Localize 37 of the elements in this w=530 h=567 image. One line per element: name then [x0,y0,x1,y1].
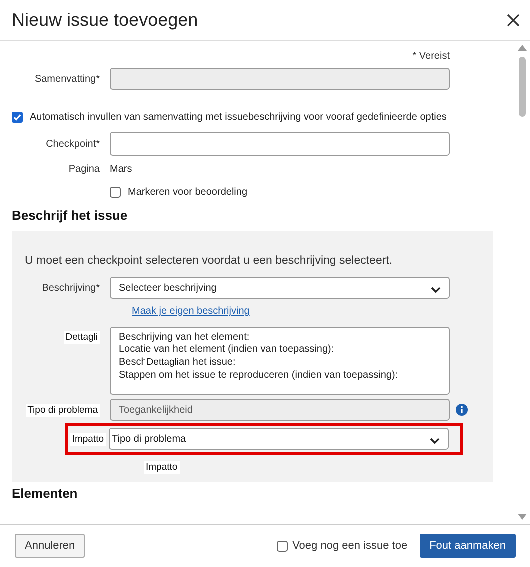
create-description-link[interactable]: Maak je eigen beschrijving [132,306,250,317]
checkbox[interactable] [276,540,288,552]
description-select[interactable]: Selecteer beschrijving [110,277,450,299]
section-heading: Beschrijf het issue [12,208,129,223]
field-label: Tipo di problema [26,404,100,416]
checkbox[interactable] [110,187,121,198]
field-label: Pagina [68,164,100,175]
caret-icon [431,287,441,294]
cancel-button[interactable]: Annuleren [15,534,86,558]
scroll-thumb[interactable] [519,57,526,117]
checkbox-label: Automatisch invullen van samenvatting met issuebeschrijving voor vooraf gedefinieerde opties [30,112,447,123]
scroll-down-icon[interactable] [518,514,527,520]
checkbox[interactable] [12,112,23,123]
field-label: Impatto [70,432,106,446]
field-label: Samenvatting* [34,74,100,84]
details-line: an het issue: [179,357,236,369]
section-heading: Elementen [12,486,79,501]
close-icon[interactable] [507,14,520,26]
details-line: Locatie van het element (indien van toepassing): [119,344,336,356]
scroll-up-icon[interactable] [518,45,527,51]
caret-icon [430,438,440,445]
submit-button[interactable]: Fout aanmaken [420,534,516,558]
required-note: * Vereist [412,51,450,62]
info-icon[interactable] [456,404,468,416]
floating-label: Impatto [144,461,180,474]
checkbox-label: Voeg nog een issue toe [292,540,408,552]
details-line: Beschrijving van het element: [119,332,251,344]
field-label: Checkpoint* [45,138,100,150]
field-label: Beschrijving* [41,282,100,294]
page-value: Mars [110,164,132,175]
checkpoint-field[interactable] [110,132,450,156]
details-line: Stappen om het issue te reproduceren (indien van toepassing): [119,370,400,382]
checkbox-label: Markeren voor beoordeling [128,187,248,198]
impact-select[interactable]: Tipo di problema [109,428,449,450]
window-title: Nieuw issue toevoegen [12,10,198,30]
info-message: U moet een checkpoint selecteren voordat u een beschrijving selecteert. [25,255,394,267]
field-label: Dettagli [64,331,100,344]
